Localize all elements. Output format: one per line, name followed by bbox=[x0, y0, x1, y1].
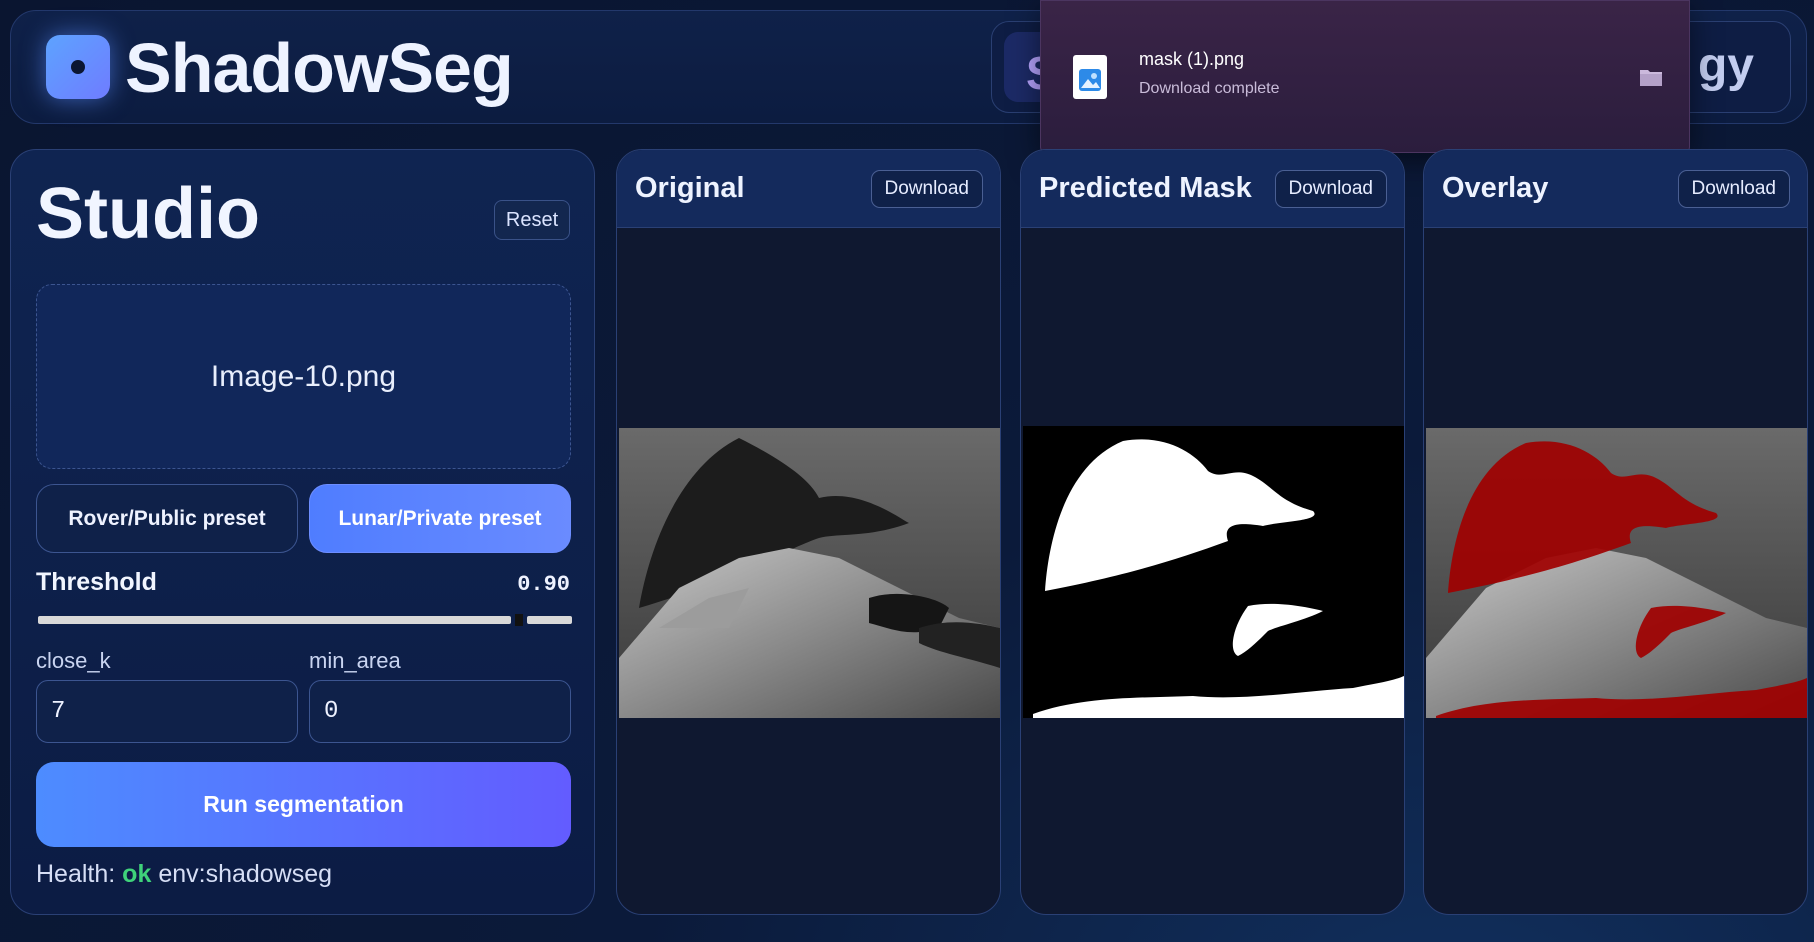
uploaded-file-name: Image-10.png bbox=[210, 359, 397, 393]
image-file-icon bbox=[1073, 55, 1107, 99]
predicted-mask-panel: Predicted Mask Download bbox=[1020, 149, 1405, 915]
overlay-panel-title: Overlay bbox=[1442, 172, 1549, 204]
logo-icon bbox=[46, 35, 110, 99]
min-area-input[interactable] bbox=[309, 680, 571, 743]
download-file-name[interactable]: mask (1).png bbox=[1139, 49, 1244, 70]
threshold-label: Threshold bbox=[36, 568, 157, 596]
rover-public-preset-button[interactable]: Rover/Public preset bbox=[36, 484, 298, 553]
threshold-slider-track bbox=[527, 616, 572, 624]
original-panel: Original Download bbox=[616, 149, 1001, 915]
overlay-panel-header: Overlay Download bbox=[1424, 150, 1807, 228]
download-status: Download complete bbox=[1139, 80, 1280, 97]
original-image bbox=[619, 428, 1000, 718]
overlay-panel: Overlay Download bbox=[1423, 149, 1808, 915]
close-k-label: close_k bbox=[36, 648, 111, 673]
original-panel-header: Original Download bbox=[617, 150, 1000, 228]
close-k-input[interactable] bbox=[36, 680, 298, 743]
download-popup: mask (1).png Download complete bbox=[1040, 0, 1690, 153]
reset-button[interactable]: Reset bbox=[494, 200, 570, 240]
health-status: Health: ok env:shadowseg bbox=[36, 860, 332, 889]
original-download-button[interactable]: Download bbox=[870, 170, 983, 208]
lunar-private-preset-button[interactable]: Lunar/Private preset bbox=[309, 484, 571, 553]
predicted-mask-image bbox=[1023, 426, 1404, 718]
nav-tab-end[interactable]: gy bbox=[1698, 38, 1754, 93]
run-segmentation-button[interactable]: Run segmentation bbox=[36, 762, 571, 847]
predicted-mask-download-button[interactable]: Download bbox=[1274, 170, 1387, 208]
threshold-slider[interactable] bbox=[38, 614, 572, 626]
original-panel-title: Original bbox=[635, 172, 745, 204]
threshold-value: 0.90 bbox=[517, 572, 570, 597]
health-env: env:shadowseg bbox=[158, 860, 333, 888]
health-label: Health: bbox=[36, 860, 116, 888]
studio-title: Studio bbox=[36, 174, 260, 254]
overlay-image bbox=[1426, 428, 1807, 718]
predicted-mask-panel-header: Predicted Mask Download bbox=[1021, 150, 1404, 228]
app-title: ShadowSeg bbox=[125, 29, 514, 107]
health-ok-badge: ok bbox=[122, 860, 152, 888]
threshold-slider-fill bbox=[38, 616, 511, 624]
folder-icon[interactable] bbox=[1639, 67, 1663, 92]
file-dropzone[interactable]: Image-10.png bbox=[36, 284, 571, 469]
threshold-slider-thumb[interactable] bbox=[515, 614, 523, 626]
min-area-label: min_area bbox=[309, 648, 401, 673]
studio-panel: Studio Reset Image-10.png Rover/Public p… bbox=[10, 149, 595, 915]
predicted-mask-panel-title: Predicted Mask bbox=[1039, 172, 1252, 204]
overlay-download-button[interactable]: Download bbox=[1677, 170, 1790, 208]
